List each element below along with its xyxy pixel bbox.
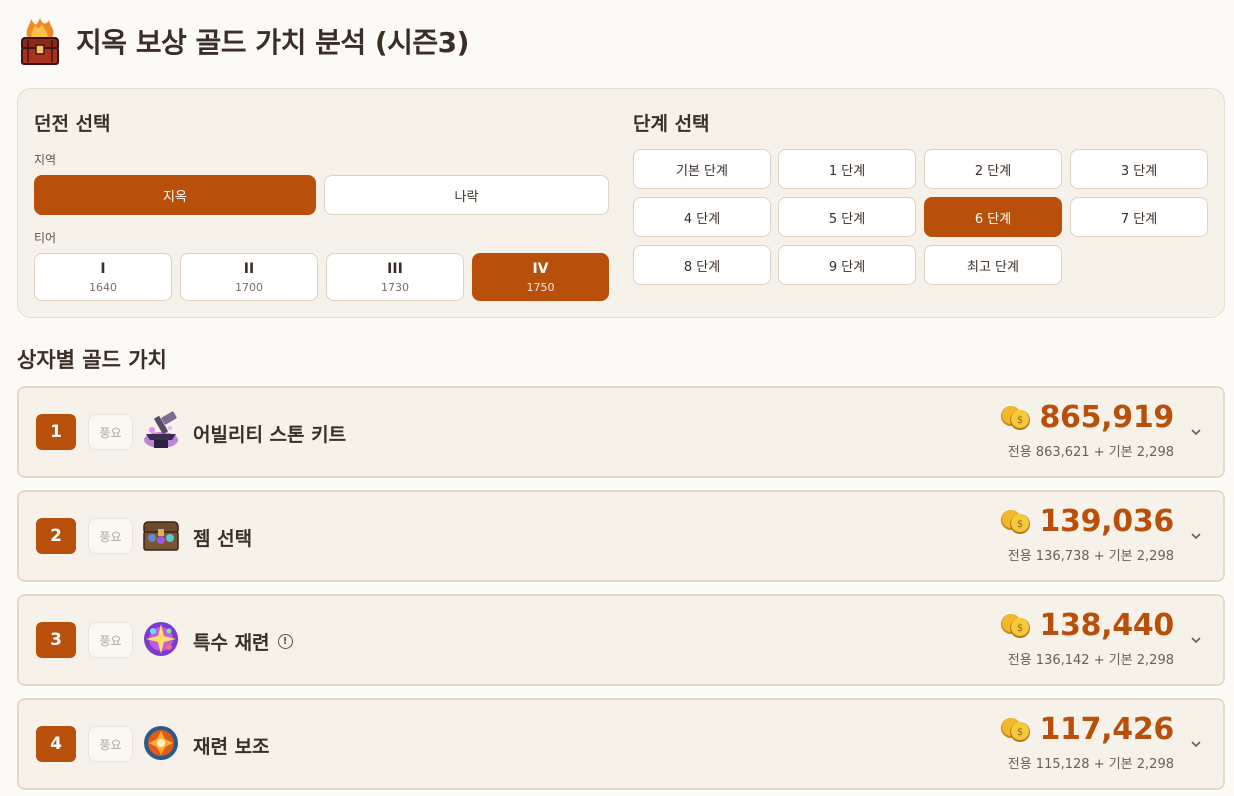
tier-level: 1700 (235, 280, 263, 294)
tier-button-1[interactable]: I 1640 (34, 253, 172, 301)
stage-button-8[interactable]: 8 단계 (633, 245, 771, 285)
chevron-down-icon[interactable] (1189, 736, 1203, 750)
box-value-heading: 상자별 골드 가치 (17, 348, 167, 372)
refine-support-icon (140, 722, 182, 764)
gold-coins-icon: $ (999, 403, 1033, 433)
box-card[interactable]: 1 풍요 어빌리티 스톤 키트 $ 865,919 전용 863,621 + 기… (17, 386, 1225, 478)
value-block: $ 139,036 전용 136,738 + 기본 2,298 (999, 504, 1174, 564)
chevron-down-icon[interactable] (1189, 632, 1203, 646)
filter-panel: 던전 선택 지역 지옥 나락 티어 I 1640 II 1700 III 173… (17, 88, 1225, 318)
rank-badge: 3 (36, 622, 76, 658)
item-name-text: 어빌리티 스톤 키트 (193, 424, 347, 446)
dungeon-heading: 던전 선택 (34, 113, 111, 135)
box-card[interactable]: 3 풍요 특수 재련 ! $ 138,440 전용 136,142 + 기본 2… (17, 594, 1225, 686)
stage-button-2[interactable]: 2 단계 (924, 149, 1062, 189)
gold-value: 139,036 (1039, 504, 1174, 539)
item-name-text: 재련 보조 (193, 736, 270, 758)
stage-button-label: 6 단계 (974, 211, 1012, 227)
region-label: 지역 (34, 153, 57, 167)
region-button-hell[interactable]: 지옥 (34, 175, 316, 215)
stage-button-3[interactable]: 3 단계 (1070, 149, 1208, 189)
page-header: 지옥 보상 골드 가치 분석 (시즌3) (18, 14, 469, 68)
gold-value: 138,440 (1039, 608, 1174, 643)
svg-text:$: $ (1017, 727, 1023, 738)
box-card[interactable]: 4 풍요 재련 보조 $ 117,426 전용 115,128 + 기본 2,2… (17, 698, 1225, 790)
item-name: 재련 보조 (193, 732, 270, 759)
item-name-text: 특수 재련 (193, 632, 270, 654)
special-refine-orb-icon (140, 618, 182, 660)
tier-button-2[interactable]: II 1700 (180, 253, 318, 301)
stage-button-label: 2 단계 (974, 163, 1012, 179)
region-button-abyss[interactable]: 나락 (324, 175, 609, 215)
tier-roman: I (100, 260, 106, 277)
gold-value: 865,919 (1039, 400, 1174, 435)
info-icon[interactable]: ! (277, 634, 293, 649)
stage-heading: 단계 선택 (633, 113, 710, 135)
svg-text:$: $ (1017, 519, 1023, 530)
stage-button-6[interactable]: 6 단계 (924, 197, 1062, 237)
gold-coins-icon: $ (999, 611, 1033, 641)
region-button-label: 지옥 (163, 189, 187, 205)
stage-button-5[interactable]: 5 단계 (778, 197, 916, 237)
tier-level: 1730 (381, 280, 409, 294)
stage-button-label: 1 단계 (828, 163, 866, 179)
gold-coins-icon: $ (999, 715, 1033, 745)
value-block: $ 865,919 전용 863,621 + 기본 2,298 (999, 400, 1174, 460)
stage-button-label: 4 단계 (683, 211, 721, 227)
stage-button-7[interactable]: 7 단계 (1070, 197, 1208, 237)
abundance-tag: 풍요 (88, 726, 133, 762)
tier-button-3[interactable]: III 1730 (326, 253, 464, 301)
item-name: 특수 재련 ! (193, 628, 293, 655)
tier-roman: IV (532, 260, 549, 277)
tier-label: 티어 (34, 231, 57, 245)
value-breakdown: 전용 115,128 + 기본 2,298 (1007, 757, 1174, 772)
abundance-tag: 풍요 (88, 414, 133, 450)
page-title: 지옥 보상 골드 가치 분석 (시즌3) (76, 26, 469, 59)
gold-value: 117,426 (1039, 712, 1174, 747)
value-breakdown: 전용 136,142 + 기본 2,298 (1007, 653, 1174, 668)
rank-badge: 2 (36, 518, 76, 554)
abundance-tag: 풍요 (88, 622, 133, 658)
flaming-treasure-chest-icon (18, 16, 62, 66)
chevron-down-icon[interactable] (1189, 528, 1203, 542)
box-card[interactable]: 2 풍요 젬 선택 $ 139,036 전용 136,738 + 기본 2,29… (17, 490, 1225, 582)
region-button-label: 나락 (454, 189, 479, 205)
tier-level: 1640 (89, 280, 117, 294)
stage-button-label: 기본 단계 (676, 163, 728, 179)
svg-text:$: $ (1017, 415, 1023, 426)
abundance-tag: 풍요 (88, 518, 133, 554)
gem-chest-icon (140, 514, 182, 556)
tier-roman: II (243, 260, 255, 277)
value-breakdown: 전용 863,621 + 기본 2,298 (1007, 445, 1174, 460)
ability-stone-anvil-icon (140, 410, 182, 452)
stage-button-max[interactable]: 최고 단계 (924, 245, 1062, 285)
tier-roman: III (387, 260, 403, 277)
gold-coins-icon: $ (999, 507, 1033, 537)
stage-button-base[interactable]: 기본 단계 (633, 149, 771, 189)
item-name: 어빌리티 스톤 키트 (193, 420, 346, 447)
chevron-down-icon[interactable] (1189, 424, 1203, 438)
stage-button-4[interactable]: 4 단계 (633, 197, 771, 237)
value-block: $ 138,440 전용 136,142 + 기본 2,298 (999, 608, 1174, 668)
tier-level: 1750 (526, 280, 555, 294)
item-name: 젬 선택 (193, 524, 252, 551)
value-block: $ 117,426 전용 115,128 + 기본 2,298 (999, 712, 1174, 772)
rank-badge: 1 (36, 414, 76, 450)
svg-text:$: $ (1017, 623, 1023, 634)
stage-button-label: 8 단계 (683, 259, 721, 275)
rank-badge: 4 (36, 726, 76, 762)
value-breakdown: 전용 136,738 + 기본 2,298 (1007, 549, 1174, 564)
tier-button-4[interactable]: IV 1750 (472, 253, 609, 301)
stage-button-9[interactable]: 9 단계 (778, 245, 916, 285)
stage-button-label: 3 단계 (1120, 163, 1158, 179)
stage-button-label: 7 단계 (1120, 211, 1158, 227)
stage-button-label: 9 단계 (828, 259, 866, 275)
stage-button-1[interactable]: 1 단계 (778, 149, 916, 189)
item-name-text: 젬 선택 (193, 528, 253, 550)
stage-button-label: 최고 단계 (967, 259, 1019, 275)
stage-button-label: 5 단계 (828, 211, 866, 227)
